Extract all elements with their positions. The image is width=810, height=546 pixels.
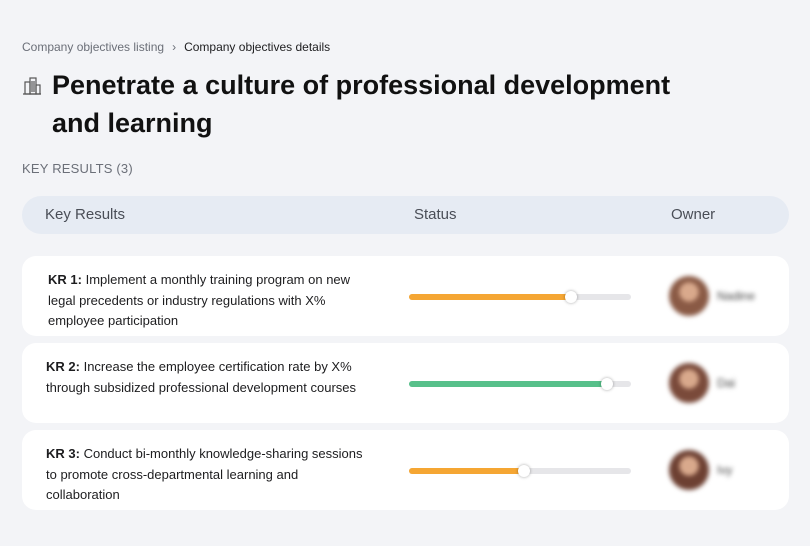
progress-fill <box>409 468 525 474</box>
column-header-owner: Owner <box>671 206 716 223</box>
progress-slider-handle[interactable] <box>518 465 531 477</box>
owner-name: Nadine <box>717 289 756 303</box>
building-icon <box>23 77 41 95</box>
page-title: Penetrate a culture of professional deve… <box>52 70 671 138</box>
progress-fill <box>409 294 572 300</box>
table-header: Key Results Status Owner <box>22 196 789 234</box>
key-result-text: Implement a monthly training program on … <box>48 272 351 328</box>
key-result-id: KR 3: <box>46 446 80 461</box>
column-header-status: Status <box>414 206 457 223</box>
breadcrumb-current: Company objectives details <box>184 40 331 54</box>
key-results-count-label: KEY RESULTS (3) <box>22 161 133 176</box>
progress-slider-handle[interactable] <box>600 378 613 390</box>
chevron-right-icon: › <box>172 40 177 54</box>
breadcrumb: Company objectives listing › Company obj… <box>22 40 330 54</box>
key-result-description: KR 1: Implement a monthly training progr… <box>48 270 368 332</box>
key-result-id: KR 1: <box>48 272 82 287</box>
progress-bar <box>409 291 631 303</box>
progress-bar <box>409 465 631 477</box>
owner[interactable]: Nadine <box>669 276 755 316</box>
key-result-text: Increase the employee certification rate… <box>46 359 357 395</box>
avatar <box>669 363 709 403</box>
key-result-id: KR 2: <box>46 359 80 374</box>
progress-bar <box>409 378 631 390</box>
progress-slider-handle[interactable] <box>565 291 578 303</box>
key-result-description: KR 3: Conduct bi-monthly knowledge-shari… <box>46 444 366 506</box>
objective-header: Penetrate a culture of professional deve… <box>22 66 712 142</box>
table-row[interactable]: KR 3: Conduct bi-monthly knowledge-shari… <box>22 430 789 510</box>
progress-fill <box>409 381 607 387</box>
owner-name: Ivy <box>717 463 733 477</box>
table-row[interactable]: KR 2: Increase the employee certificatio… <box>22 343 789 423</box>
avatar <box>669 276 709 316</box>
avatar <box>669 450 709 490</box>
key-result-text: Conduct bi-monthly knowledge-sharing ses… <box>46 446 363 502</box>
owner[interactable]: Ivy <box>669 450 732 490</box>
key-result-description: KR 2: Increase the employee certificatio… <box>46 357 366 398</box>
objective-details-page: Company objectives listing › Company obj… <box>0 0 810 546</box>
breadcrumb-parent-link[interactable]: Company objectives listing <box>22 40 164 54</box>
column-header-key-results: Key Results <box>45 206 126 223</box>
owner-name: Dai <box>717 376 736 390</box>
owner[interactable]: Dai <box>669 363 735 403</box>
table-row[interactable]: KR 1: Implement a monthly training progr… <box>22 256 789 336</box>
key-results-list: KR 1: Implement a monthly training progr… <box>22 256 789 517</box>
